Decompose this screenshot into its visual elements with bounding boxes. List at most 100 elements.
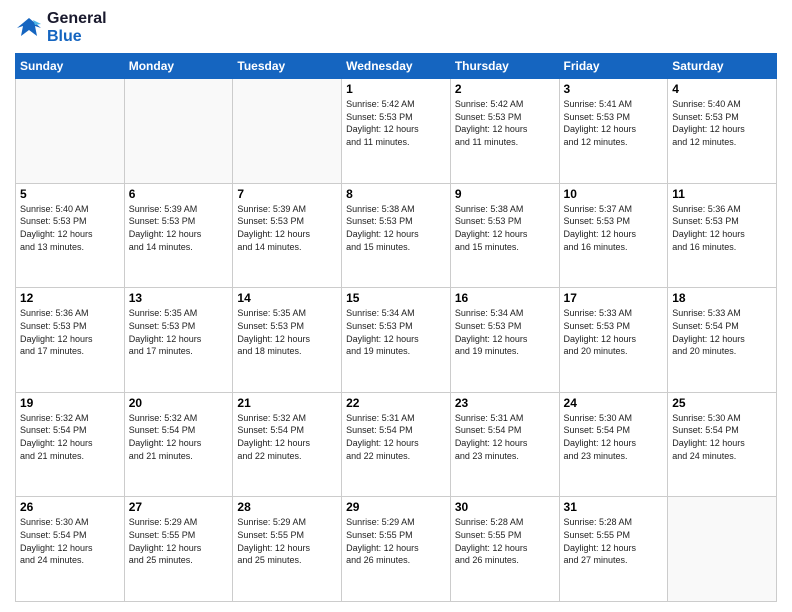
empty-cell: [668, 497, 777, 602]
cell-info: Sunrise: 5:33 AM Sunset: 5:54 PM Dayligh…: [672, 307, 772, 357]
empty-cell: [233, 79, 342, 184]
day-number: 19: [20, 396, 120, 410]
cell-info: Sunrise: 5:35 AM Sunset: 5:53 PM Dayligh…: [129, 307, 229, 357]
day-number: 18: [672, 291, 772, 305]
day-cell-21: 21Sunrise: 5:32 AM Sunset: 5:54 PM Dayli…: [233, 392, 342, 497]
logo: General Blue: [15, 10, 107, 45]
cell-info: Sunrise: 5:34 AM Sunset: 5:53 PM Dayligh…: [455, 307, 555, 357]
day-cell-23: 23Sunrise: 5:31 AM Sunset: 5:54 PM Dayli…: [450, 392, 559, 497]
logo-icon: [15, 14, 43, 42]
day-cell-18: 18 Sunrise: 5:33 AM Sunset: 5:54 PM Dayli…: [668, 288, 777, 393]
day-number: 22: [346, 396, 446, 410]
day-cell-12: 12 Sunrise: 5:36 AM Sunset: 5:53 PM Dayli…: [16, 288, 125, 393]
day-cell-5: 5Sunrise: 5:40 AM Sunset: 5:53 PM Daylig…: [16, 183, 125, 288]
day-cell-11: 11 Sunrise: 5:36 AM Sunset: 5:53 PM Dayli…: [668, 183, 777, 288]
day-cell-19: 19Sunrise: 5:32 AM Sunset: 5:54 PM Dayli…: [16, 392, 125, 497]
day-cell-25: 25 Sunrise: 5:30 AM Sunset: 5:54 PM Dayli…: [668, 392, 777, 497]
day-number: 17: [564, 291, 664, 305]
day-cell-28: 28Sunrise: 5:29 AM Sunset: 5:55 PM Dayli…: [233, 497, 342, 602]
day-cell-24: 24 Sunrise: 5:30 AM Sunset: 5:54 PM Dayli…: [559, 392, 668, 497]
day-number: 8: [346, 187, 446, 201]
day-number: 16: [455, 291, 555, 305]
day-number: 31: [564, 500, 664, 514]
day-cell-31: 31 Sunrise: 5:28 AM Sunset: 5:55 PM Dayli…: [559, 497, 668, 602]
day-number: 26: [20, 500, 120, 514]
day-number: 27: [129, 500, 229, 514]
cell-info: Sunrise: 5:35 AM Sunset: 5:53 PM Dayligh…: [237, 307, 337, 357]
cell-info: Sunrise: 5:40 AM Sunset: 5:53 PM Dayligh…: [672, 98, 772, 148]
empty-cell: [124, 79, 233, 184]
day-cell-14: 14 Sunrise: 5:35 AM Sunset: 5:53 PM Dayli…: [233, 288, 342, 393]
cell-info: Sunrise: 5:29 AM Sunset: 5:55 PM Dayligh…: [129, 516, 229, 566]
cell-info: Sunrise: 5:30 AM Sunset: 5:54 PM Dayligh…: [564, 412, 664, 462]
header: General Blue: [15, 10, 777, 45]
day-cell-26: 26Sunrise: 5:30 AM Sunset: 5:54 PM Dayli…: [16, 497, 125, 602]
week-row-3: 19 Sunrise: 5:32 AM Sunset: 5:54 PM Dayli…: [16, 392, 777, 497]
cell-info: Sunrise: 5:31 AM Sunset: 5:54 PM Dayligh…: [346, 412, 446, 462]
day-cell-2: 2Sunrise: 5:42 AM Sunset: 5:53 PM Daylig…: [450, 79, 559, 184]
day-cell-1: 1 Sunrise: 5:42 AM Sunset: 5:53 PM Daylig…: [342, 79, 451, 184]
day-number: 24: [564, 396, 664, 410]
weekday-sunday: Sunday: [16, 54, 125, 79]
day-number: 20: [129, 396, 229, 410]
cell-info: Sunrise: 5:41 AM Sunset: 5:53 PM Dayligh…: [564, 98, 664, 148]
week-row-0: 1 Sunrise: 5:42 AM Sunset: 5:53 PM Daylig…: [16, 79, 777, 184]
day-number: 13: [129, 291, 229, 305]
day-number: 30: [455, 500, 555, 514]
day-cell-8: 8 Sunrise: 5:38 AM Sunset: 5:53 PM Daylig…: [342, 183, 451, 288]
day-number: 10: [564, 187, 664, 201]
day-cell-29: 29 Sunrise: 5:29 AM Sunset: 5:55 PM Dayli…: [342, 497, 451, 602]
cell-info: Sunrise: 5:32 AM Sunset: 5:54 PM Dayligh…: [129, 412, 229, 462]
day-cell-17: 17 Sunrise: 5:33 AM Sunset: 5:53 PM Dayli…: [559, 288, 668, 393]
weekday-monday: Monday: [124, 54, 233, 79]
cell-info: Sunrise: 5:36 AM Sunset: 5:53 PM Dayligh…: [672, 203, 772, 253]
day-cell-3: 3Sunrise: 5:41 AM Sunset: 5:53 PM Daylig…: [559, 79, 668, 184]
day-number: 12: [20, 291, 120, 305]
day-number: 15: [346, 291, 446, 305]
day-number: 9: [455, 187, 555, 201]
day-number: 7: [237, 187, 337, 201]
day-number: 14: [237, 291, 337, 305]
page: General Blue SundayMondayTuesdayWednesda…: [0, 0, 792, 612]
day-number: 11: [672, 187, 772, 201]
cell-info: Sunrise: 5:36 AM Sunset: 5:53 PM Dayligh…: [20, 307, 120, 357]
cell-info: Sunrise: 5:34 AM Sunset: 5:53 PM Dayligh…: [346, 307, 446, 357]
day-number: 29: [346, 500, 446, 514]
cell-info: Sunrise: 5:28 AM Sunset: 5:55 PM Dayligh…: [564, 516, 664, 566]
day-cell-13: 13 Sunrise: 5:35 AM Sunset: 5:53 PM Dayli…: [124, 288, 233, 393]
weekday-saturday: Saturday: [668, 54, 777, 79]
week-row-2: 12 Sunrise: 5:36 AM Sunset: 5:53 PM Dayli…: [16, 288, 777, 393]
cell-info: Sunrise: 5:30 AM Sunset: 5:54 PM Dayligh…: [672, 412, 772, 462]
cell-info: Sunrise: 5:38 AM Sunset: 5:53 PM Dayligh…: [346, 203, 446, 253]
cell-info: Sunrise: 5:42 AM Sunset: 5:53 PM Dayligh…: [346, 98, 446, 148]
cell-info: Sunrise: 5:39 AM Sunset: 5:53 PM Dayligh…: [237, 203, 337, 253]
day-number: 1: [346, 82, 446, 96]
day-number: 5: [20, 187, 120, 201]
day-cell-4: 4 Sunrise: 5:40 AM Sunset: 5:53 PM Daylig…: [668, 79, 777, 184]
day-number: 2: [455, 82, 555, 96]
week-row-1: 5Sunrise: 5:40 AM Sunset: 5:53 PM Daylig…: [16, 183, 777, 288]
day-cell-9: 9 Sunrise: 5:38 AM Sunset: 5:53 PM Daylig…: [450, 183, 559, 288]
empty-cell: [16, 79, 125, 184]
weekday-header-row: SundayMondayTuesdayWednesdayThursdayFrid…: [16, 54, 777, 79]
cell-info: Sunrise: 5:33 AM Sunset: 5:53 PM Dayligh…: [564, 307, 664, 357]
cell-info: Sunrise: 5:37 AM Sunset: 5:53 PM Dayligh…: [564, 203, 664, 253]
day-cell-20: 20 Sunrise: 5:32 AM Sunset: 5:54 PM Dayli…: [124, 392, 233, 497]
day-number: 4: [672, 82, 772, 96]
weekday-thursday: Thursday: [450, 54, 559, 79]
weekday-wednesday: Wednesday: [342, 54, 451, 79]
day-number: 6: [129, 187, 229, 201]
day-cell-7: 7 Sunrise: 5:39 AM Sunset: 5:53 PM Daylig…: [233, 183, 342, 288]
day-number: 25: [672, 396, 772, 410]
day-cell-16: 16 Sunrise: 5:34 AM Sunset: 5:53 PM Dayli…: [450, 288, 559, 393]
logo-text: General Blue: [47, 10, 107, 45]
week-row-4: 26Sunrise: 5:30 AM Sunset: 5:54 PM Dayli…: [16, 497, 777, 602]
cell-info: Sunrise: 5:38 AM Sunset: 5:53 PM Dayligh…: [455, 203, 555, 253]
cell-info: Sunrise: 5:28 AM Sunset: 5:55 PM Dayligh…: [455, 516, 555, 566]
day-cell-30: 30 Sunrise: 5:28 AM Sunset: 5:55 PM Dayli…: [450, 497, 559, 602]
day-cell-10: 10 Sunrise: 5:37 AM Sunset: 5:53 PM Dayli…: [559, 183, 668, 288]
day-number: 21: [237, 396, 337, 410]
cell-info: Sunrise: 5:29 AM Sunset: 5:55 PM Dayligh…: [237, 516, 337, 566]
day-cell-22: 22 Sunrise: 5:31 AM Sunset: 5:54 PM Dayli…: [342, 392, 451, 497]
cell-info: Sunrise: 5:29 AM Sunset: 5:55 PM Dayligh…: [346, 516, 446, 566]
